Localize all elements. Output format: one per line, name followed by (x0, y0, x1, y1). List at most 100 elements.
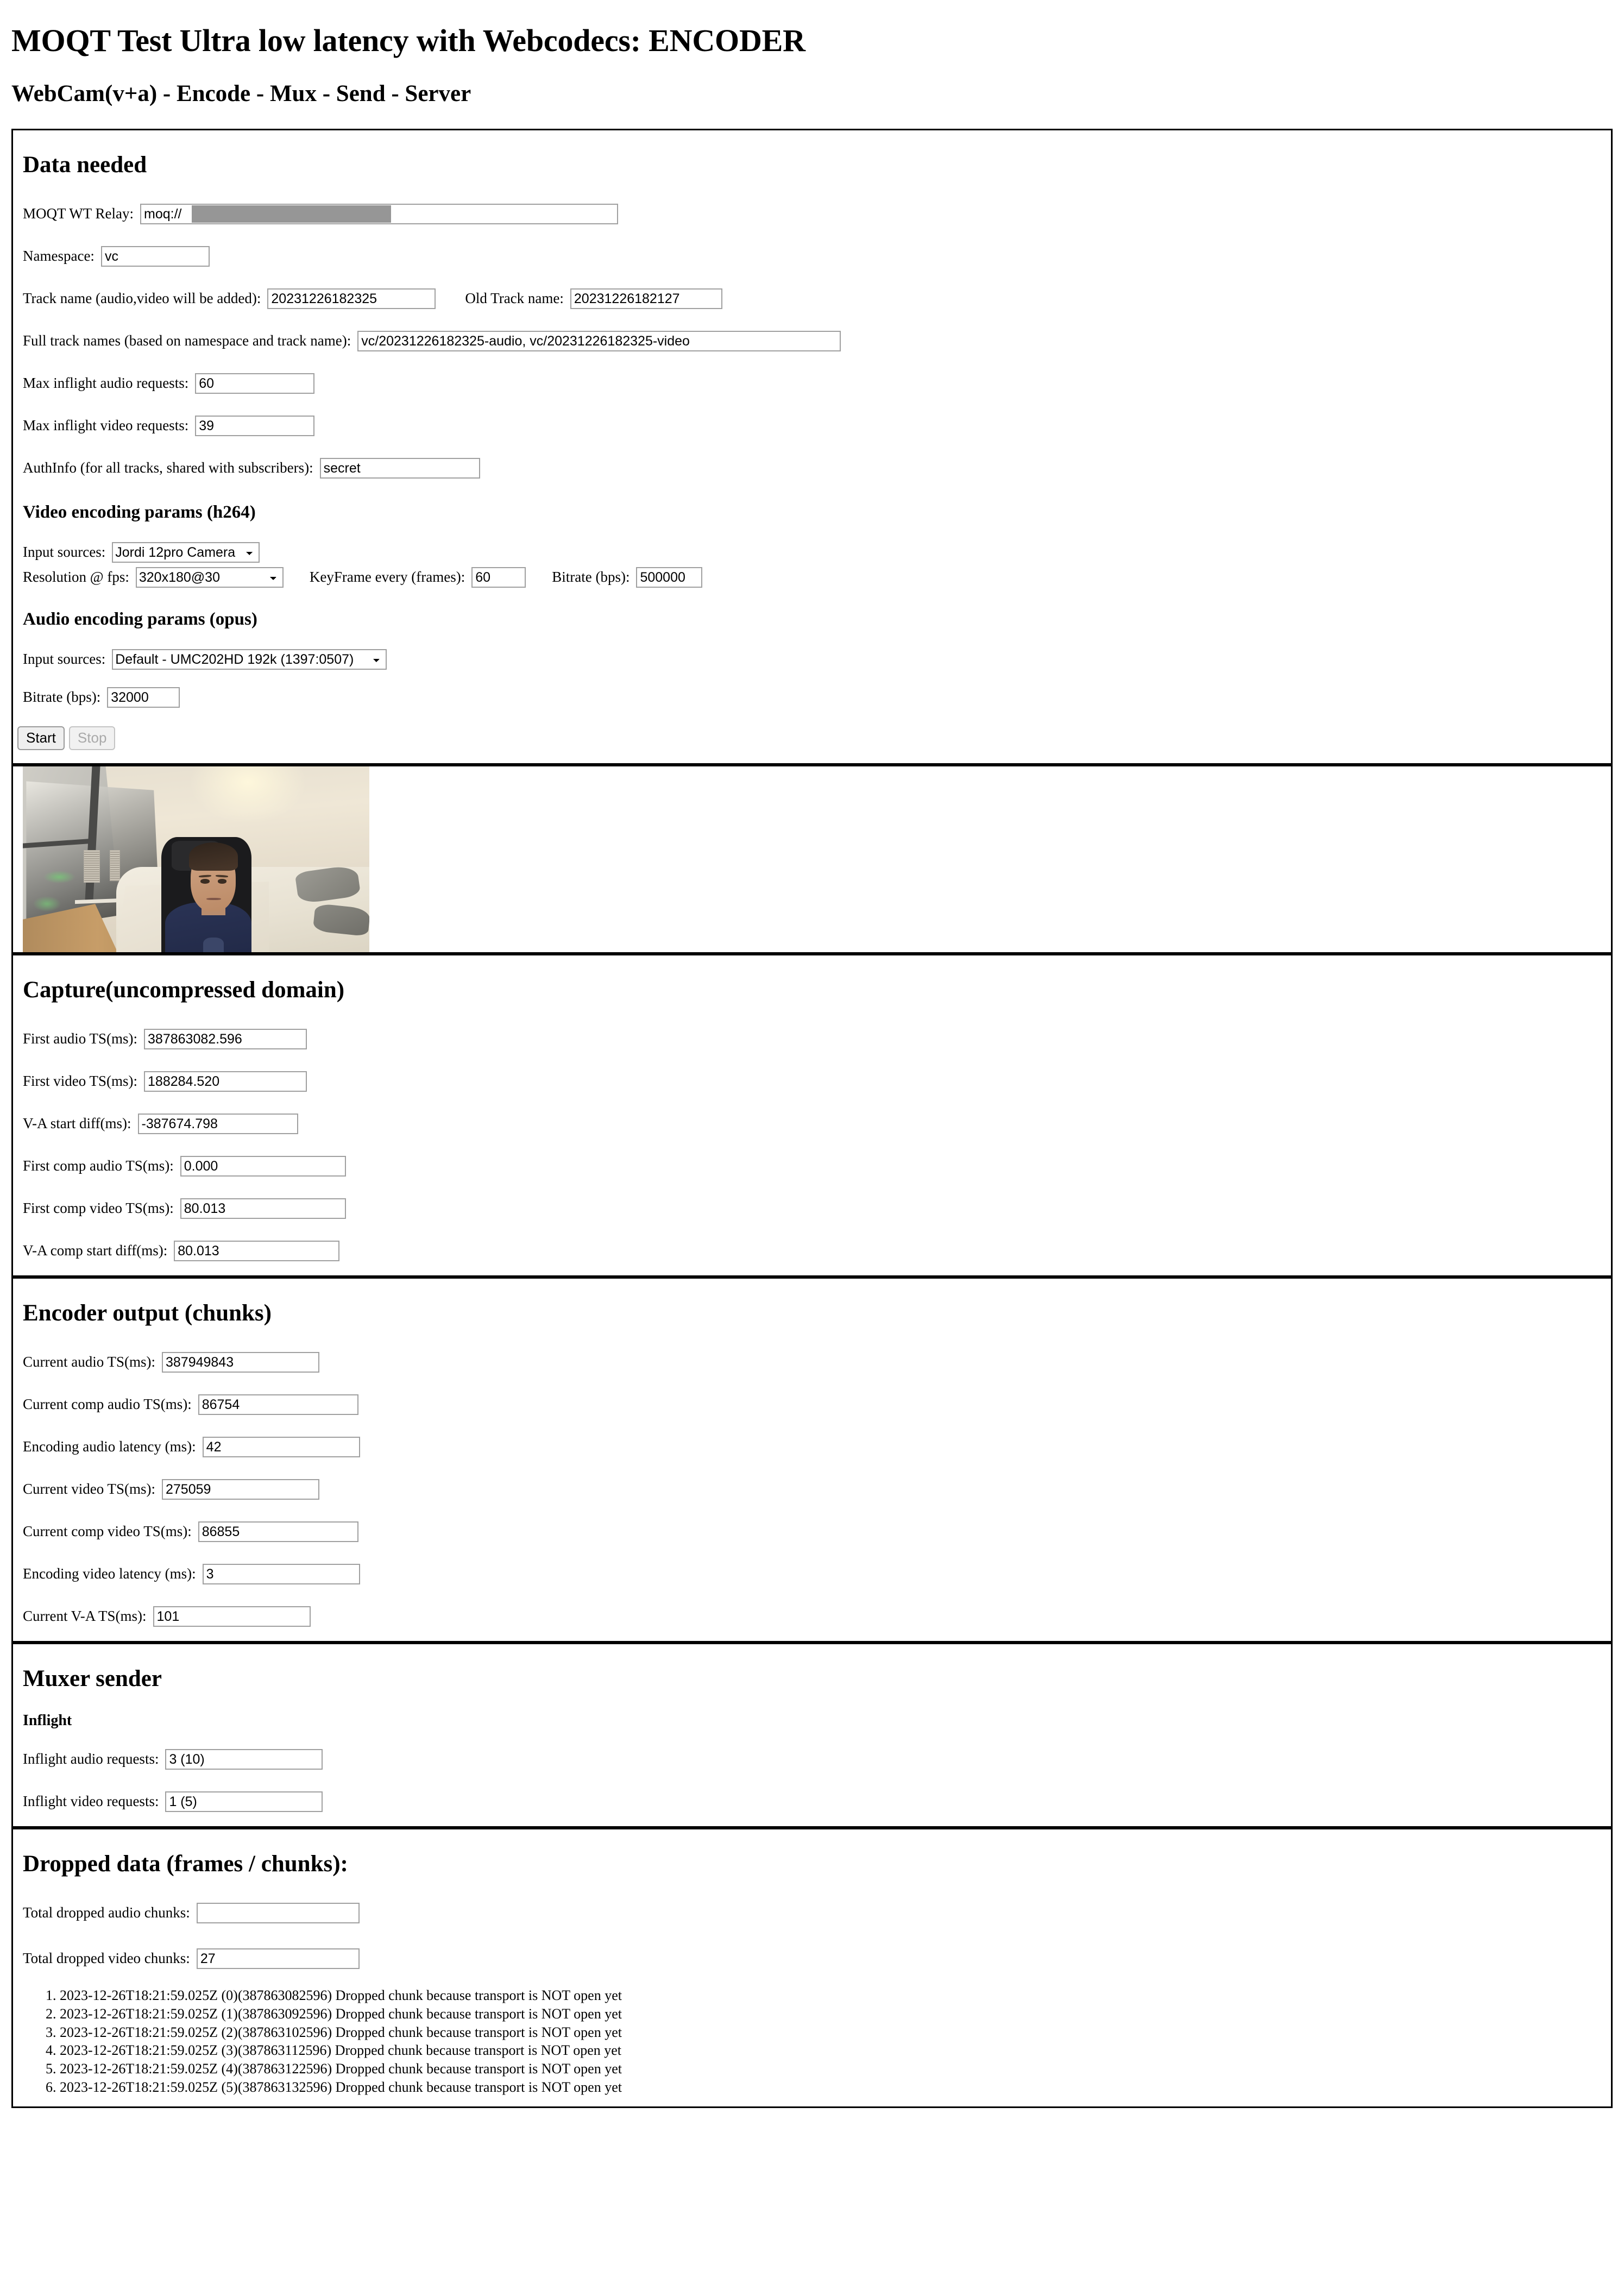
webcam-preview-video[interactable] (23, 766, 369, 953)
current-va-ts-input[interactable] (153, 1606, 311, 1627)
audio-input-sources-select[interactable]: Default - UMC202HD 192k (1397:0507) (112, 649, 387, 670)
controls-row: Start Stop (17, 726, 1611, 751)
inflight-row: Inflight audio requests: (23, 1745, 1611, 1774)
data-needed-heading: Data needed (23, 152, 147, 178)
max-inflight-audio-label: Max inflight audio requests: (23, 375, 189, 392)
start-button[interactable]: Start (17, 726, 65, 751)
current-comp-video-ts-input[interactable] (198, 1521, 358, 1543)
list-item: 2023-12-26T18:21:59.025Z (3)(38786311259… (60, 2041, 1611, 2060)
current-audio-ts-input[interactable] (161, 1352, 319, 1373)
capture-row: V-A start diff(ms): (23, 1109, 1611, 1138)
page-subtitle: WebCam(v+a) - Encode - Mux - Send - Serv… (11, 80, 471, 106)
inflight-video-requests-label: Inflight video requests: (23, 1793, 159, 1810)
page-title: MOQT Test Ultra low latency with Webcode… (11, 23, 805, 58)
max-inflight-audio-input[interactable] (195, 373, 315, 394)
video-input-sources-select[interactable]: Jordi 12pro Camera (112, 542, 260, 563)
list-item: 2023-12-26T18:21:59.025Z (5)(38786313259… (60, 2078, 1611, 2097)
va-start-diff-input[interactable] (137, 1114, 298, 1135)
first-audio-ts-input[interactable] (144, 1029, 307, 1050)
first-video-ts-input[interactable] (144, 1071, 307, 1092)
audio-input-sources-label: Input sources: (23, 651, 106, 668)
encoder-row: Current audio TS(ms): (23, 1348, 1611, 1377)
total-dropped-video-input[interactable] (196, 1948, 360, 1970)
list-item: 2023-12-26T18:21:59.025Z (2)(38786310259… (60, 2023, 1611, 2042)
namespace-label: Namespace: (23, 248, 95, 265)
encoder-row: Current video TS(ms): (23, 1475, 1611, 1504)
encoding-video-latency-label: Encoding video latency (ms): (23, 1565, 196, 1582)
capture-row: First audio TS(ms): (23, 1024, 1611, 1054)
first-comp-audio-ts-label: First comp audio TS(ms): (23, 1158, 174, 1174)
list-item: 2023-12-26T18:21:59.025Z (1)(38786309259… (60, 2005, 1611, 2023)
encoder-row: Encoding audio latency (ms): (23, 1432, 1611, 1462)
keyframe-label: KeyFrame every (frames): (309, 569, 465, 586)
va-comp-start-diff-input[interactable] (174, 1241, 340, 1262)
va-comp-start-diff-label: V-A comp start diff(ms): (23, 1242, 168, 1259)
total-dropped-audio-label: Total dropped audio chunks: (23, 1904, 190, 1921)
resolution-select[interactable]: 320x180@30 (135, 567, 284, 588)
max-inflight-audio-row: Max inflight audio requests: (23, 369, 1611, 398)
current-comp-video-ts-label: Current comp video TS(ms): (23, 1523, 192, 1540)
encoding-audio-latency-input[interactable] (202, 1437, 360, 1458)
page-root: MOQT Test Ultra low latency with Webcode… (0, 24, 1624, 2108)
first-video-ts-label: First video TS(ms): (23, 1073, 138, 1090)
data-needed-section: Data needed MOQT WT Relay: Namespace: Tr… (11, 129, 1613, 765)
inflight-video-requests-input[interactable] (165, 1791, 323, 1813)
old-track-name-label: Old Track name: (465, 290, 564, 307)
va-start-diff-label: V-A start diff(ms): (23, 1115, 131, 1132)
namespace-input[interactable] (100, 246, 210, 267)
inflight-audio-requests-label: Inflight audio requests: (23, 1751, 159, 1767)
dropped-row: Total dropped audio chunks: (23, 1898, 1611, 1928)
list-item: 2023-12-26T18:21:59.025Z (4)(38786312259… (60, 2060, 1611, 2078)
audio-bitrate-label: Bitrate (bps): (23, 689, 101, 706)
current-comp-audio-ts-label: Current comp audio TS(ms): (23, 1396, 192, 1413)
stop-button: Stop (68, 726, 116, 751)
encoder-output-heading: Encoder output (chunks) (23, 1300, 272, 1326)
relay-input-wrap (140, 204, 618, 225)
total-dropped-audio-input[interactable] (196, 1903, 360, 1924)
authinfo-input[interactable] (319, 458, 480, 479)
video-bitrate-input[interactable] (636, 567, 703, 588)
track-name-label: Track name (audio,video will be added): (23, 290, 261, 307)
full-track-names-label: Full track names (based on namespace and… (23, 332, 351, 349)
video-params-heading: Video encoding params (h264) (23, 502, 256, 523)
authinfo-row: AuthInfo (for all tracks, shared with su… (23, 454, 1611, 483)
old-track-name-input[interactable] (570, 288, 722, 310)
capture-heading: Capture(uncompressed domain) (23, 977, 345, 1003)
current-comp-audio-ts-input[interactable] (198, 1394, 358, 1416)
first-comp-video-ts-input[interactable] (180, 1198, 346, 1219)
full-track-names-input[interactable] (357, 331, 841, 352)
dropped-data-section: Dropped data (frames / chunks): Total dr… (11, 1828, 1613, 2108)
muxer-sender-heading: Muxer sender (23, 1666, 162, 1692)
track-name-input[interactable] (267, 288, 436, 310)
capture-row: First comp audio TS(ms): (23, 1152, 1611, 1181)
video-input-sources-label: Input sources: (23, 544, 106, 561)
current-va-ts-label: Current V-A TS(ms): (23, 1608, 147, 1625)
relay-input[interactable] (140, 204, 618, 225)
first-comp-video-ts-label: First comp video TS(ms): (23, 1200, 174, 1217)
encoder-row: Current V-A TS(ms): (23, 1602, 1611, 1631)
video-bitrate-label: Bitrate (bps): (552, 569, 630, 586)
dropped-row: Total dropped video chunks: (23, 1944, 1611, 1973)
first-audio-ts-label: First audio TS(ms): (23, 1030, 138, 1047)
encoder-row: Encoding video latency (ms): (23, 1559, 1611, 1589)
max-inflight-video-input[interactable] (195, 416, 315, 437)
first-comp-audio-ts-input[interactable] (180, 1156, 346, 1177)
list-item: 2023-12-26T18:21:59.025Z (0)(38786308259… (60, 1986, 1611, 2005)
audio-bitrate-input[interactable] (107, 687, 180, 708)
capture-row: V-A comp start diff(ms): (23, 1236, 1611, 1266)
max-inflight-video-row: Max inflight video requests: (23, 411, 1611, 441)
encoder-row: Current comp video TS(ms): (23, 1517, 1611, 1546)
capture-row: First video TS(ms): (23, 1067, 1611, 1096)
authinfo-label: AuthInfo (for all tracks, shared with su… (23, 460, 313, 476)
video-preview-section (11, 765, 1613, 954)
inflight-audio-requests-input[interactable] (165, 1749, 323, 1770)
encoding-video-latency-input[interactable] (202, 1564, 360, 1585)
track-name-row: Track name (audio,video will be added): … (23, 284, 1611, 313)
keyframe-input[interactable] (471, 567, 526, 588)
current-video-ts-input[interactable] (161, 1479, 319, 1500)
resolution-label: Resolution @ fps: (23, 569, 129, 586)
dropped-data-heading: Dropped data (frames / chunks): (23, 1851, 348, 1877)
audio-bitrate-row: Bitrate (bps): (23, 685, 1611, 710)
inflight-heading: Inflight (23, 1712, 72, 1729)
audio-params-heading: Audio encoding params (opus) (23, 609, 257, 630)
